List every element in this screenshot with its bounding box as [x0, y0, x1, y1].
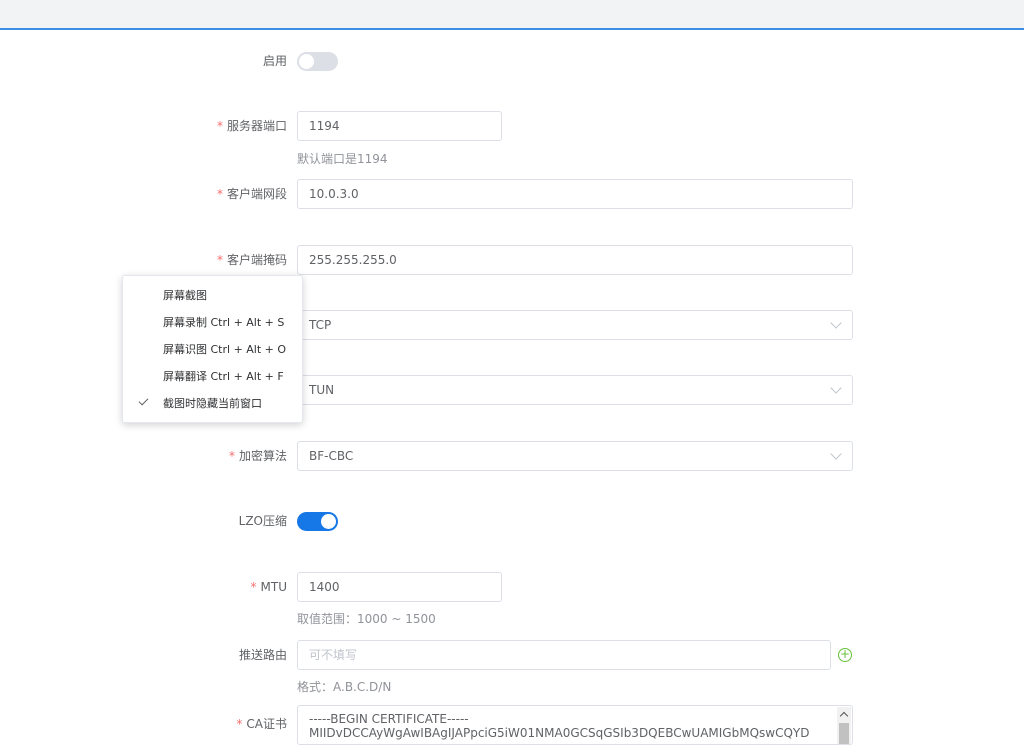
context-menu: 屏幕截图 屏幕录制 Ctrl + Alt + S 屏幕识图 Ctrl + Alt… [122, 275, 303, 423]
lzo-switch[interactable] [297, 512, 338, 531]
push-route-help: 格式：A.B.C.D/N [297, 680, 392, 694]
mtu-row: * MTU 1400 [0, 572, 1024, 602]
server-port-help: 默认端口是1194 [297, 152, 388, 166]
protocol-select[interactable]: TCP [297, 310, 853, 340]
push-route-input[interactable]: 可不填写 [297, 640, 831, 670]
client-mask-input[interactable]: 255.255.255.0 [297, 245, 853, 275]
scroll-up-icon[interactable] [839, 711, 849, 721]
scroll-thumb[interactable] [839, 723, 849, 744]
chevron-down-icon [830, 317, 842, 329]
client-mask-row: * 客户端掩码 255.255.255.0 [0, 245, 1024, 275]
lzo-label: LZO压缩 [238, 514, 287, 528]
push-route-row: 推送路由 可不填写 + [0, 640, 1024, 670]
chevron-down-icon [830, 448, 842, 460]
push-route-label: 推送路由 [238, 648, 287, 662]
server-port-row: * 服务器端口 1194 [0, 111, 1024, 141]
switch-knob [321, 514, 336, 529]
ca-cert-label: * CA证书 [236, 717, 287, 731]
chevron-down-icon [830, 382, 842, 394]
menu-item-screen-translate[interactable]: 屏幕翻译 Ctrl + Alt + F [123, 363, 302, 390]
menu-item-screen-ocr[interactable]: 屏幕识图 Ctrl + Alt + O [123, 336, 302, 363]
mtu-help: 取值范围：1000 ~ 1500 [297, 612, 436, 626]
client-subnet-row: * 客户端网段 10.0.3.0 [0, 179, 1024, 209]
mtu-label: * MTU [250, 580, 287, 594]
textarea-scrollbar[interactable] [837, 707, 851, 744]
cipher-select[interactable]: BF-CBC [297, 441, 853, 471]
menu-item-screenshot[interactable]: 屏幕截图 [123, 282, 302, 309]
client-subnet-label: * 客户端网段 [216, 187, 287, 201]
lzo-row: LZO压缩 [0, 506, 1024, 536]
enable-switch[interactable] [297, 52, 338, 71]
cipher-row: * 加密算法 BF-CBC [0, 441, 1024, 471]
server-port-input[interactable]: 1194 [297, 111, 502, 141]
client-subnet-input[interactable]: 10.0.3.0 [297, 179, 853, 209]
ca-cert-line-2: MIIDvDCCAyWgAwIBAgIJAPpciG5iW01NMA0GCSqG… [309, 726, 810, 740]
ca-cert-textarea[interactable]: -----BEGIN CERTIFICATE----- MIIDvDCCAyWg… [297, 705, 853, 745]
switch-knob [299, 54, 314, 69]
device-type-select[interactable]: TUN [297, 375, 853, 405]
plus-circle-icon[interactable]: + [838, 648, 852, 662]
mtu-input[interactable]: 1400 [297, 572, 502, 602]
menu-item-hide-window[interactable]: 截图时隐藏当前窗口 [123, 390, 302, 417]
ca-cert-line-1: -----BEGIN CERTIFICATE----- [309, 712, 469, 726]
enable-row: 启用 [0, 46, 1024, 76]
menu-item-screen-record[interactable]: 屏幕录制 Ctrl + Alt + S [123, 309, 302, 336]
cipher-label: * 加密算法 [228, 449, 287, 463]
top-bar [0, 0, 1024, 30]
enable-label: 启用 [262, 54, 287, 68]
client-mask-label: * 客户端掩码 [216, 253, 287, 267]
ca-cert-row: * CA证书 -----BEGIN CERTIFICATE----- MIIDvD… [0, 705, 1024, 745]
server-port-label: * 服务器端口 [216, 119, 287, 133]
check-icon [138, 395, 149, 406]
